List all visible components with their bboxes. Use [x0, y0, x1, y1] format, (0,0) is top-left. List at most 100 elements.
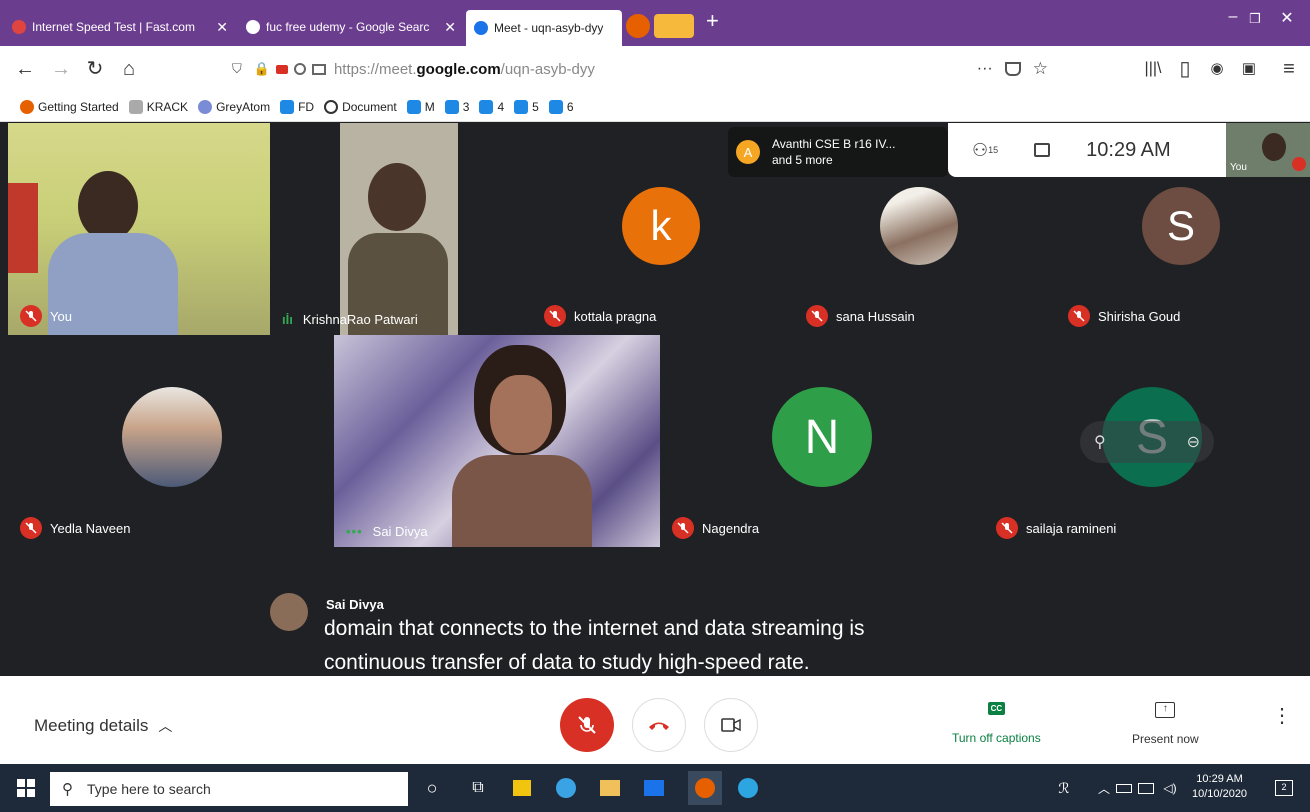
person-head	[490, 375, 552, 453]
lock-icon[interactable]: 🔒	[254, 61, 270, 77]
chat-icon[interactable]	[1034, 143, 1051, 157]
captions-icon: CC	[987, 702, 1006, 715]
camera-toggle-button[interactable]	[704, 698, 758, 752]
mic-permission-icon[interactable]	[293, 63, 306, 75]
account-icon[interactable]: ◉	[1204, 56, 1230, 82]
shield-icon[interactable]: ⛉	[232, 61, 242, 77]
bookmark-6[interactable]: 6	[548, 99, 574, 114]
people-icon[interactable]: ℛ	[1052, 776, 1076, 800]
video-camera-icon	[721, 718, 741, 732]
bookmark-fd[interactable]: FD	[280, 99, 314, 114]
participant-tile-yedla-naveen[interactable]: Yedla Naveen	[8, 335, 332, 547]
firefox-taskbar-icon[interactable]	[688, 771, 722, 805]
extension-icon[interactable]: ▣	[1236, 56, 1262, 82]
battery-icon[interactable]	[1112, 776, 1136, 800]
tab-google-search[interactable]: fuc free udemy - Google Searc ✕	[238, 12, 464, 42]
participant-tile-sai-divya[interactable]: ••• Sai Divya	[334, 335, 660, 547]
meet-control-bar: Meeting details ︿ CC Turn off captions ↑…	[0, 676, 1310, 764]
mail-icon[interactable]	[642, 776, 666, 800]
system-clock[interactable]: 10:29 AM 10/10/2020	[1192, 772, 1247, 802]
participant-tile-you[interactable]: You	[8, 123, 270, 335]
presenter-pill[interactable]: A Avanthi CSE B r16 IV... and 5 more	[728, 127, 948, 177]
bookmark-star-icon[interactable]: ☆	[1033, 59, 1048, 79]
avatar: k	[622, 187, 700, 265]
fast-favicon-icon	[12, 20, 26, 34]
participants-count: 15	[988, 145, 999, 155]
bookmark-krack[interactable]: KRACK	[128, 99, 188, 114]
camera-permission-icon[interactable]	[275, 64, 288, 74]
firefox-sharing-icon[interactable]	[626, 14, 650, 38]
network-icon[interactable]	[1134, 776, 1158, 800]
mic-toggle-button[interactable]	[560, 698, 614, 752]
back-icon[interactable]: ←	[12, 56, 38, 82]
camera-sharing-indicator-icon[interactable]	[654, 14, 694, 38]
mic-off-icon	[806, 305, 828, 327]
bookmark-greyatom[interactable]: GreyAtom	[198, 99, 270, 114]
screen-permission-icon[interactable]	[311, 63, 326, 75]
krack-icon	[128, 99, 143, 114]
participant-name: ••• Sai Divya	[346, 524, 428, 539]
close-tab-icon[interactable]: ✕	[436, 19, 456, 36]
person-head	[368, 163, 426, 231]
library-icon[interactable]: |||\	[1140, 56, 1166, 82]
taskbar-search-input[interactable]: ⚲ Type here to search	[50, 772, 408, 806]
close-window-button[interactable]: ✕	[1272, 8, 1302, 28]
participant-name: Nagendra	[672, 517, 759, 539]
cortana-icon[interactable]: ○	[420, 776, 444, 800]
more-options-icon[interactable]: ⋮	[1272, 706, 1292, 726]
home-icon[interactable]: ⌂	[116, 56, 142, 82]
mic-off-icon	[1068, 305, 1090, 327]
file-explorer-icon[interactable]	[598, 776, 622, 800]
bookmark-getting-started[interactable]: Getting Started	[20, 99, 119, 114]
forward-icon[interactable]: →	[48, 56, 74, 82]
meeting-details-button[interactable]: Meeting details ︿	[34, 716, 172, 736]
globe-icon	[324, 99, 339, 114]
remove-icon[interactable]: ⊖	[1187, 432, 1200, 452]
menu-icon[interactable]: ≡	[1276, 56, 1302, 82]
folder-icon	[514, 99, 529, 114]
participant-name: kottala pragna	[544, 305, 656, 327]
bookmark-m[interactable]: M	[406, 99, 435, 114]
hang-up-icon	[649, 722, 669, 730]
tile-hover-controls: ⚲ ⊖	[1080, 421, 1214, 463]
page-actions-menu-icon[interactable]: ···	[977, 60, 993, 78]
restore-button[interactable]: ❐	[1240, 11, 1270, 27]
tab-meet[interactable]: Meet - uqn-asyb-dyy	[466, 10, 622, 46]
windows-start-icon[interactable]	[14, 776, 38, 800]
new-tab-button[interactable]: +	[706, 8, 719, 34]
meet-favicon-icon	[474, 21, 488, 35]
caption-text: continuous transfer of data to study hig…	[324, 651, 810, 674]
turn-off-captions-button[interactable]: CC Turn off captions	[952, 702, 1041, 745]
close-tab-icon[interactable]: ✕	[208, 19, 228, 36]
people-icon[interactable]: ⚇	[972, 140, 988, 161]
address-bar[interactable]: ⛉ 🔒 https://meet.google.com/uqn-asyb-dyy…	[232, 53, 1052, 85]
avatar: S	[1142, 187, 1220, 265]
tab-fast-com[interactable]: Internet Speed Test | Fast.com ✕	[4, 12, 236, 42]
bookmark-3[interactable]: 3	[444, 99, 469, 114]
greyatom-icon	[198, 99, 213, 114]
participant-tile-sailaja-ramineni[interactable]: S ⚲ ⊖ sailaja ramineni	[984, 335, 1310, 547]
url-text[interactable]: https://meet.google.com/uqn-asyb-dyy	[334, 61, 595, 78]
volume-icon[interactable]: ◁)	[1158, 776, 1182, 800]
sidebar-icon[interactable]: ▯	[1172, 56, 1198, 82]
notification-center-icon[interactable]: 2	[1272, 776, 1296, 800]
reload-icon[interactable]: ↻	[82, 56, 108, 82]
mic-off-icon	[578, 716, 596, 734]
bookmark-5[interactable]: 5	[514, 99, 539, 114]
pin-icon[interactable]: ⚲	[1094, 432, 1106, 452]
present-now-button[interactable]: ↑ Present now	[1132, 702, 1199, 746]
bookmark-document[interactable]: Document	[324, 99, 397, 114]
speaking-indicator-icon: ıİı	[282, 312, 293, 327]
bookmark-4[interactable]: 4	[479, 99, 504, 114]
participant-tile-krishnarao[interactable]: ıİı KrishnaRao Patwari	[270, 123, 532, 335]
leave-call-button[interactable]	[632, 698, 686, 752]
task-view-icon[interactable]: ⧉	[466, 776, 490, 800]
wall-poster	[8, 183, 38, 273]
participant-tile-nagendra[interactable]: N Nagendra	[660, 335, 984, 547]
self-view-thumbnail[interactable]: You	[1226, 123, 1310, 177]
telegram-icon[interactable]	[736, 776, 760, 800]
google-favicon-icon	[246, 20, 260, 34]
edge-icon[interactable]	[554, 776, 578, 800]
pocket-icon[interactable]	[1004, 62, 1021, 76]
store-icon[interactable]	[510, 776, 534, 800]
